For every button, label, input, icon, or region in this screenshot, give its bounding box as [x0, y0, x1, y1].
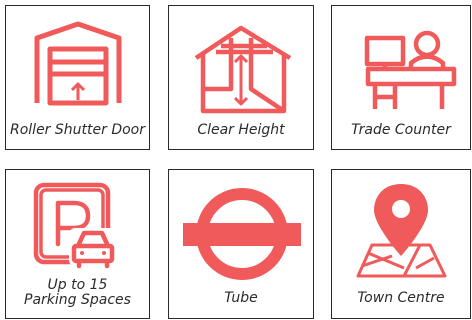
- feature-label-line: Parking Spaces: [24, 292, 131, 308]
- feature-card-tube: Tube: [168, 169, 314, 319]
- feature-card-clear-height: Clear Height: [168, 5, 314, 150]
- feature-label: Trade Counter: [351, 122, 451, 138]
- feature-card-trade-counter: Trade Counter: [331, 5, 471, 150]
- feature-label: Tube: [224, 290, 258, 306]
- feature-label: Town Centre: [357, 290, 445, 306]
- feature-label: Clear Height: [197, 122, 285, 138]
- feature-label: Roller Shutter Door: [10, 122, 145, 138]
- feature-label: Up to 15 Parking Spaces: [6, 278, 149, 308]
- feature-card-roller-shutter-door: Roller Shutter Door: [5, 5, 150, 150]
- feature-card-parking: Up to 15 Parking Spaces: [5, 169, 150, 319]
- feature-card-town-centre: Town Centre: [331, 169, 471, 319]
- feature-label-line: Up to 15: [47, 277, 108, 293]
